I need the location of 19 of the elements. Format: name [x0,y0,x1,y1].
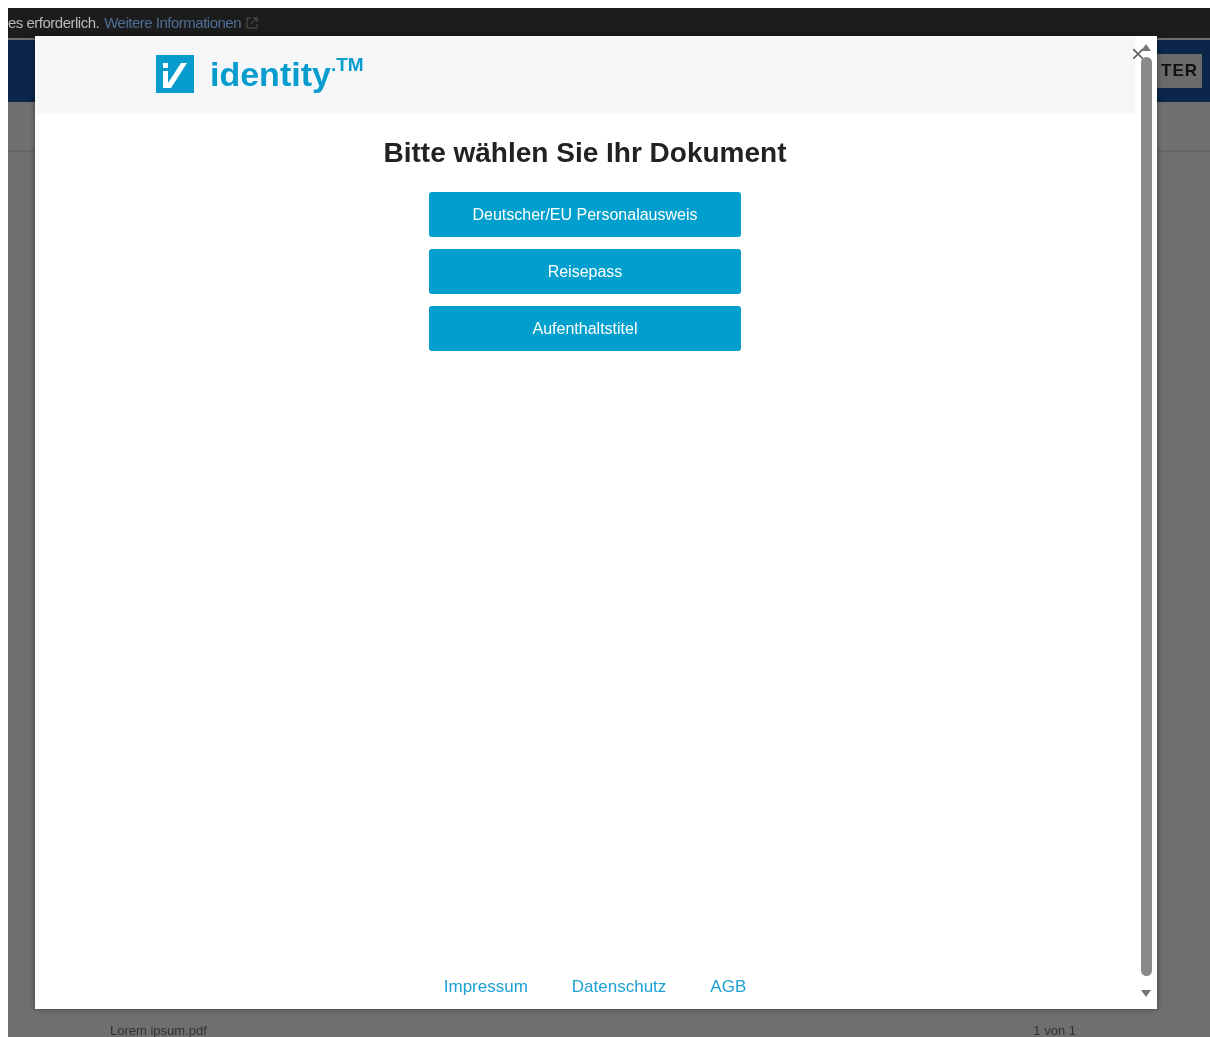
logo-icon [156,55,194,93]
footer-link[interactable]: Datenschutz [571,973,667,999]
external-link-icon [246,17,259,29]
file-name: Lorem ipsum.pdf [110,1024,207,1037]
scroll-down-icon[interactable] [1141,990,1151,997]
more-info-link[interactable]: Weitere Informationen [104,11,242,35]
nav-item[interactable]: TER [1157,54,1202,88]
page-count: 1 von 1 [1033,1024,1076,1037]
document-type-button[interactable]: Aufenthaltstitel [429,306,741,351]
cookie-notice-text: es erforderlich. [8,12,100,33]
dialog-title: Bitte wählen Sie Ihr Dokument [382,136,788,170]
footer-link[interactable]: AGB [710,973,747,999]
document-type-button[interactable]: Deutscher/EU Personalausweis [429,192,741,237]
logo-text: identity$^{.TM}$ [210,57,364,91]
scrollbar-thumb[interactable] [1140,57,1152,976]
document-type-button[interactable]: Reisepass [429,249,741,294]
close-button[interactable]: × [1129,42,1147,66]
scroll-up-icon[interactable] [1141,44,1151,51]
footer-link[interactable]: Impressum [443,973,528,999]
